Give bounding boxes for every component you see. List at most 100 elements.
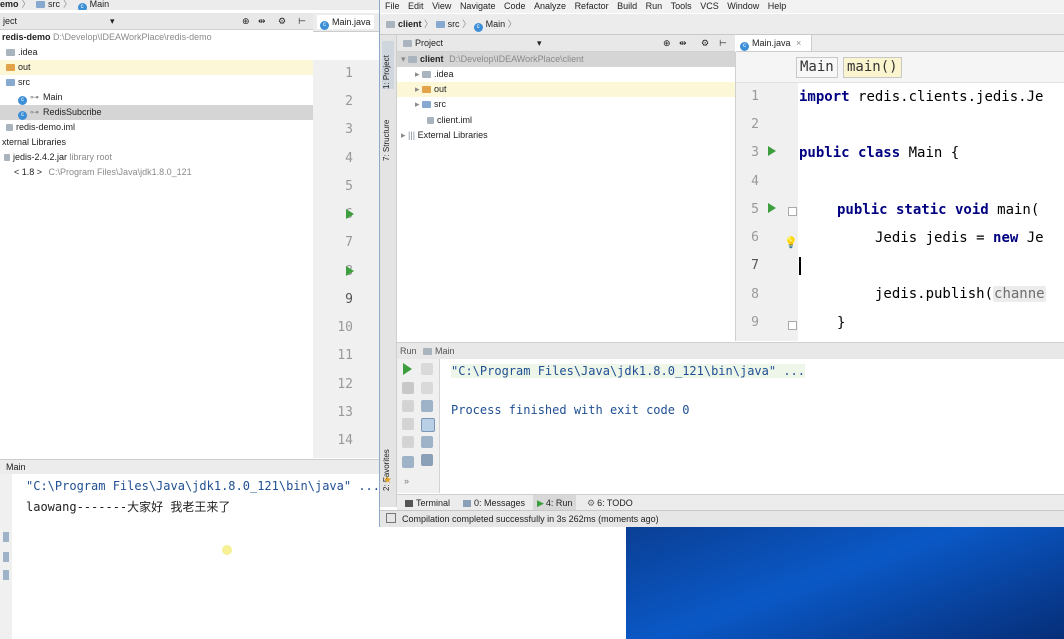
tree-item[interactable]: out — [0, 60, 313, 75]
status-toggle-icon[interactable] — [386, 513, 396, 523]
side-tab-project[interactable]: 1: Project — [382, 41, 394, 89]
code-line-5: public static void main( — [837, 202, 1040, 218]
bg-crumb-project[interactable]: emo — [0, 0, 19, 9]
nav-client[interactable]: client — [398, 19, 422, 29]
file-icon — [427, 117, 434, 124]
tree-item[interactable]: .idea — [6, 45, 38, 60]
menu-run[interactable]: Run — [646, 1, 663, 11]
tree-item-external-libraries[interactable]: ▸ ||| External Libraries — [401, 128, 488, 143]
tree-item[interactable]: redis-demo D:\Develop\IDEAWorkPlace\redi… — [2, 30, 212, 45]
menu-build[interactable]: Build — [617, 1, 637, 11]
hide-icon[interactable]: ⊢ — [719, 35, 727, 51]
expand-icon[interactable]: » — [404, 476, 409, 486]
run-gutter-icon[interactable] — [346, 266, 354, 276]
line-number: 5 — [751, 202, 759, 217]
tool-button-icon[interactable] — [3, 552, 9, 562]
tree-item[interactable]: c ⊶ RedisSubcribe — [0, 105, 313, 120]
scroll-end-icon[interactable] — [421, 418, 435, 432]
menu-file[interactable]: File — [385, 1, 400, 11]
menu-help[interactable]: Help — [768, 1, 787, 11]
layout-icon[interactable] — [402, 456, 414, 468]
tree-item[interactable]: < 1.8 > C:\Program Files\Java\jdk1.8.0_1… — [14, 165, 192, 180]
side-tab-structure[interactable]: 7: Structure — [382, 101, 394, 161]
bulb-icon[interactable]: 💡 — [784, 236, 798, 249]
tree-item-out[interactable]: ▸ out — [397, 82, 735, 97]
close-icon[interactable]: × — [796, 38, 801, 48]
run-gutter-icon[interactable] — [346, 209, 354, 219]
tree-item[interactable]: c ⊶ Main — [18, 90, 63, 105]
gear-icon[interactable]: ⚙ — [278, 13, 286, 29]
bg-editor-tab[interactable]: c Main.java — [317, 15, 374, 30]
target-icon[interactable]: ⊕ — [242, 13, 250, 29]
nav-main[interactable]: Main — [486, 19, 506, 29]
run-config-name[interactable]: Main — [435, 346, 455, 356]
nav-src[interactable]: src — [448, 19, 460, 29]
project-view-selector[interactable]: Project — [415, 38, 443, 48]
wrap-icon[interactable] — [421, 400, 433, 412]
target-icon[interactable]: ⊕ — [663, 35, 671, 51]
fold-icon[interactable] — [788, 207, 797, 216]
editor-tab-main[interactable]: c Main.java × — [736, 35, 812, 51]
hide-icon[interactable]: ⊢ — [298, 13, 306, 29]
code-editor[interactable]: import redis.clients.jedis.Je public cla… — [798, 83, 1064, 341]
menu-refactor[interactable]: Refactor — [575, 1, 609, 11]
console-line: "C:\Program Files\Java\jdk1.8.0_121\bin\… — [26, 479, 381, 493]
line-number: 3 — [751, 145, 759, 160]
line-number: 2 — [751, 117, 759, 132]
bg-project-label[interactable]: ject — [3, 16, 17, 26]
run-console[interactable]: "C:\Program Files\Java\jdk1.8.0_121\bin\… — [440, 359, 1064, 493]
tree-item-idea[interactable]: ▸ .idea — [415, 67, 454, 82]
down-arrow-icon[interactable] — [421, 382, 433, 394]
chevron-down-icon[interactable]: ▾ — [110, 13, 115, 29]
tab-terminal[interactable]: Terminal — [401, 495, 454, 511]
bg-crumb-main[interactable]: Main — [90, 0, 110, 9]
run-gutter-icon[interactable] — [768, 146, 776, 156]
menu-window[interactable]: Window — [727, 1, 759, 11]
status-message[interactable]: Compilation completed successfully in 3s… — [402, 514, 659, 524]
tool-button-icon[interactable] — [3, 532, 9, 542]
menu-navigate[interactable]: Navigate — [460, 1, 496, 11]
menu-view[interactable]: View — [432, 1, 451, 11]
trash-icon[interactable] — [421, 454, 433, 466]
rerun-icon[interactable] — [403, 363, 412, 375]
line-number: 13 — [337, 405, 353, 420]
stop-icon[interactable] — [402, 382, 414, 394]
tool-button-icon[interactable] — [3, 570, 9, 580]
collapse-icon[interactable]: ⇹ — [679, 35, 687, 51]
class-icon: c — [18, 96, 27, 105]
menu-vcs[interactable]: VCS — [700, 1, 719, 11]
collapse-icon[interactable]: ⇹ — [258, 13, 266, 29]
editor-gutter: 1 2 3 4 5 6 7 8 9 💡 — [736, 83, 798, 341]
tree-item-src[interactable]: ▸ src — [415, 97, 446, 112]
chevron-down-icon[interactable]: ▾ — [537, 35, 542, 51]
tree-item[interactable]: src — [6, 75, 30, 90]
exit-icon[interactable] — [402, 436, 414, 448]
gear-icon[interactable]: ⚙ — [701, 35, 709, 51]
pause-icon[interactable] — [402, 400, 414, 412]
print-icon[interactable] — [421, 436, 433, 448]
library-icon: ||| — [408, 130, 416, 140]
up-arrow-icon[interactable] — [421, 363, 433, 375]
tree-item[interactable]: jedis-2.4.2.jar library root — [4, 150, 112, 165]
bg-run-config-label[interactable]: Main — [6, 462, 26, 472]
run-gutter-icon[interactable] — [768, 203, 776, 213]
crumb-method-main[interactable]: main() — [843, 57, 902, 78]
tree-item-client[interactable]: ▾ client D:\Develop\IDEAWorkPlace\client — [397, 52, 735, 67]
tree-item[interactable]: xternal Libraries — [2, 135, 66, 150]
code-line-9: } — [837, 315, 846, 331]
menu-analyze[interactable]: Analyze — [534, 1, 566, 11]
tab-messages[interactable]: 0: Messages — [459, 495, 529, 511]
tree-item[interactable]: redis-demo.iml — [6, 120, 75, 135]
dump-threads-icon[interactable] — [402, 418, 414, 430]
menu-edit[interactable]: Edit — [408, 1, 424, 11]
tab-run[interactable]: ▶ 4: Run — [533, 495, 577, 511]
menu-code[interactable]: Code — [504, 1, 526, 11]
tree-item-iml[interactable]: client.iml — [427, 113, 472, 128]
bg-project-tree: redis-demo D:\Develop\IDEAWorkPlace\redi… — [0, 30, 313, 460]
todo-icon: ⚙ — [587, 498, 596, 508]
tab-todo[interactable]: ⚙ 6: TODO — [583, 495, 637, 511]
fold-icon[interactable] — [788, 321, 797, 330]
menu-tools[interactable]: Tools — [671, 1, 692, 11]
crumb-class-main[interactable]: Main — [796, 57, 838, 78]
bg-crumb-src[interactable]: src — [48, 0, 60, 9]
